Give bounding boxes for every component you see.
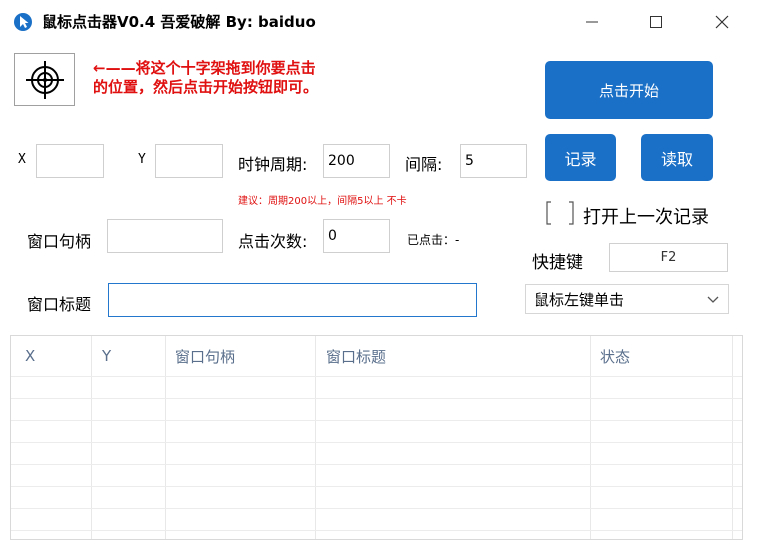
settings-note: 建议：周期200以上，间隔5以上 不卡 <box>238 196 407 207</box>
click-mode-value: 鼠标左键单击 <box>534 290 625 309</box>
records-table[interactable]: X Y 窗口句柄 窗口标题 状态 <box>10 335 743 540</box>
interval-label: 间隔: <box>405 155 443 174</box>
column-header-handle[interactable]: 窗口句柄 <box>163 336 314 376</box>
interval-input[interactable]: 5 <box>460 144 527 178</box>
clicks-input[interactable]: 0 <box>323 219 390 253</box>
y-label: Y <box>138 152 146 167</box>
row-divider <box>11 486 742 487</box>
open-last-checkbox[interactable] <box>545 201 575 225</box>
crosshair-icon <box>25 60 64 99</box>
record-button[interactable]: 记录 <box>545 134 616 181</box>
minimize-icon <box>586 21 598 23</box>
crosshair-drag-handle[interactable] <box>14 53 75 106</box>
column-divider <box>315 336 316 539</box>
row-divider <box>11 464 742 465</box>
column-header-title[interactable]: 窗口标题 <box>314 336 589 376</box>
row-divider <box>11 398 742 399</box>
column-divider <box>590 336 591 539</box>
click-mode-select[interactable]: 鼠标左键单击 <box>525 284 729 314</box>
x-input[interactable] <box>36 144 104 178</box>
window-title-label: 窗口标题 <box>27 295 92 314</box>
clock-label: 时钟周期: <box>238 155 308 174</box>
row-divider <box>11 530 742 531</box>
title-bar: 鼠标点击器V0.4 吾爱破解 By: baiduo <box>0 0 758 44</box>
close-button[interactable] <box>692 0 752 44</box>
row-divider <box>11 420 742 421</box>
chevron-down-icon <box>707 296 719 303</box>
close-icon <box>715 15 729 29</box>
column-divider <box>165 336 166 539</box>
window-title: 鼠标点击器V0.4 吾爱破解 By: baiduo <box>42 13 316 31</box>
x-label: X <box>18 152 26 167</box>
handle-input[interactable] <box>107 219 223 253</box>
drag-hint: ←——将这个十字架拖到你要点击 的位置，然后点击开始按钮即可。 <box>93 59 319 96</box>
hotkey-input[interactable]: F2 <box>609 243 728 272</box>
column-divider <box>91 336 92 539</box>
row-divider <box>11 508 742 509</box>
handle-label: 窗口句柄 <box>27 232 92 251</box>
column-header-x[interactable]: X <box>13 336 91 376</box>
column-header-y[interactable]: Y <box>90 336 165 376</box>
column-divider <box>732 336 733 539</box>
checkbox-icon <box>546 201 574 225</box>
minimize-button[interactable] <box>562 0 622 44</box>
clicks-label: 点击次数: <box>238 232 308 251</box>
table-header: X Y 窗口句柄 窗口标题 状态 <box>11 336 742 376</box>
column-header-status[interactable]: 状态 <box>588 336 733 376</box>
open-last-label: 打开上一次记录 <box>583 207 709 228</box>
row-divider <box>11 376 742 377</box>
maximize-icon <box>650 16 662 28</box>
start-button[interactable]: 点击开始 <box>545 61 713 119</box>
clock-input[interactable]: 200 <box>323 144 390 178</box>
row-divider <box>11 442 742 443</box>
window-title-input[interactable] <box>108 283 477 317</box>
clicked-count: 已点击：- <box>407 233 460 247</box>
y-input[interactable] <box>155 144 223 178</box>
app-icon <box>13 12 33 32</box>
maximize-button[interactable] <box>626 0 686 44</box>
hotkey-label: 快捷键 <box>532 253 583 273</box>
read-button[interactable]: 读取 <box>641 134 713 181</box>
